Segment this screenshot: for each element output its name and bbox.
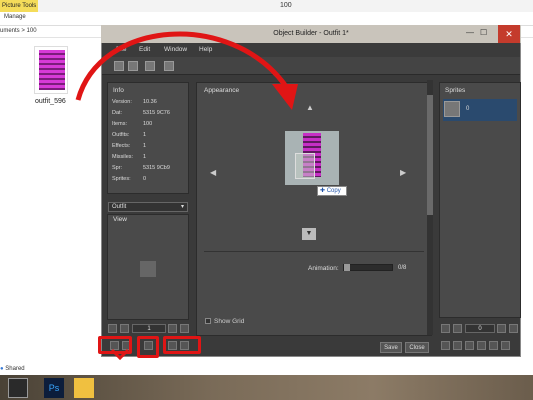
menu-file[interactable]: File bbox=[116, 46, 126, 53]
animation-slider-thumb[interactable] bbox=[344, 264, 350, 271]
animation-slider[interactable] bbox=[343, 264, 393, 271]
info-value: 0 bbox=[143, 176, 147, 182]
info-value: 1 bbox=[143, 132, 147, 138]
file-thumbnail[interactable] bbox=[34, 46, 68, 94]
close-window-button[interactable]: ✕ bbox=[498, 25, 520, 43]
explorer-titlebar bbox=[0, 0, 533, 12]
export-icon[interactable] bbox=[465, 341, 474, 350]
new-icon[interactable] bbox=[114, 61, 124, 71]
show-grid-checkbox[interactable] bbox=[205, 318, 211, 324]
sprites-title: Sprites bbox=[445, 87, 466, 94]
drag-ghost bbox=[295, 153, 315, 179]
delete-icon[interactable] bbox=[501, 341, 510, 350]
status-text: Shared bbox=[5, 366, 25, 372]
outfit-image bbox=[39, 50, 65, 90]
minimize-button[interactable]: — bbox=[466, 28, 474, 37]
appearance-title: Appearance bbox=[204, 87, 240, 94]
animation-label: Animation: bbox=[308, 265, 339, 272]
highlight-box bbox=[137, 336, 159, 358]
new-icon[interactable] bbox=[477, 341, 486, 350]
info-label: Version: bbox=[112, 99, 132, 105]
replace-icon[interactable] bbox=[441, 341, 450, 350]
last-icon[interactable] bbox=[509, 324, 518, 333]
window-title: Object Builder - Outfit 1* bbox=[101, 25, 521, 43]
category-value: Outfit bbox=[112, 204, 127, 210]
close-button[interactable]: Close bbox=[405, 342, 429, 353]
address-path: uments > 100 bbox=[0, 28, 37, 34]
menu-help[interactable]: Help bbox=[199, 46, 212, 53]
arrow-up-icon[interactable]: ▲ bbox=[306, 103, 314, 112]
status-bar: ● Shared bbox=[0, 366, 100, 372]
view-thumbnail bbox=[140, 261, 156, 277]
copy-tooltip: ✚ Copy bbox=[317, 186, 347, 196]
explorer-title: 100 bbox=[280, 2, 292, 9]
last-icon[interactable] bbox=[180, 324, 189, 333]
arrow-down-button[interactable]: ▼ bbox=[302, 228, 316, 240]
info-value: 1 bbox=[143, 154, 147, 160]
menu-edit[interactable]: Edit bbox=[139, 46, 150, 53]
outfit-stepper[interactable]: 1 bbox=[132, 324, 166, 333]
picture-tools-tab[interactable]: Picture Tools bbox=[0, 0, 38, 12]
info-title: Info bbox=[113, 87, 124, 94]
arrow-right-icon[interactable]: ▶ bbox=[400, 168, 406, 177]
info-label: Missiles: bbox=[112, 154, 134, 160]
prev-icon[interactable] bbox=[453, 324, 462, 333]
prev-icon[interactable] bbox=[120, 324, 129, 333]
folder-icon[interactable] bbox=[74, 378, 94, 398]
sprite-id: 0 bbox=[466, 106, 470, 112]
next-icon[interactable] bbox=[168, 324, 177, 333]
category-select[interactable]: Outfit ▾ bbox=[108, 202, 188, 212]
info-value: 5315 9C76 bbox=[143, 110, 170, 116]
view-title: View bbox=[113, 216, 127, 223]
chevron-down-icon: ▾ bbox=[180, 204, 184, 210]
info-value: 100 bbox=[143, 121, 153, 127]
info-label: Spr: bbox=[112, 165, 123, 171]
arrow-down-icon: ▼ bbox=[305, 230, 313, 237]
remove-icon[interactable] bbox=[489, 341, 498, 350]
appearance-panel bbox=[196, 82, 432, 336]
info-value: 1 bbox=[143, 143, 147, 149]
file-label[interactable]: outfit_596 bbox=[35, 98, 66, 105]
next-icon[interactable] bbox=[497, 324, 506, 333]
settings-icon[interactable] bbox=[164, 61, 174, 71]
info-label: Dat: bbox=[112, 110, 123, 116]
photoshop-icon[interactable]: Ps bbox=[44, 378, 64, 398]
scrollbar-thumb[interactable] bbox=[427, 95, 433, 215]
highlight-box bbox=[98, 336, 132, 354]
info-label: Outfits: bbox=[112, 132, 130, 138]
first-icon[interactable] bbox=[441, 324, 450, 333]
info-label: Effects: bbox=[112, 143, 131, 149]
info-label: Sprites: bbox=[112, 176, 131, 182]
shared-icon: ● bbox=[0, 366, 4, 372]
info-label: Items: bbox=[112, 121, 127, 127]
highlight-box bbox=[163, 336, 201, 354]
info-value: 5315 9Cb9 bbox=[143, 165, 170, 171]
open-icon[interactable] bbox=[128, 61, 138, 71]
info-value: 10.36 bbox=[143, 99, 157, 105]
sprite-preview[interactable] bbox=[285, 131, 339, 185]
copy-label: Copy bbox=[326, 188, 341, 194]
arrow-left-icon[interactable]: ◀ bbox=[210, 168, 216, 177]
explorer-ribbon bbox=[0, 12, 533, 26]
plus-icon: ✚ bbox=[320, 188, 326, 194]
menu-window[interactable]: Window bbox=[164, 46, 187, 53]
divider bbox=[204, 251, 424, 252]
manage-tab[interactable]: Manage bbox=[4, 14, 26, 20]
maximize-button[interactable]: ☐ bbox=[480, 28, 487, 37]
compile-icon[interactable] bbox=[145, 61, 155, 71]
object-builder-icon[interactable] bbox=[8, 378, 28, 398]
sprite-stepper[interactable]: 0 bbox=[465, 324, 495, 333]
animation-count: 0/8 bbox=[398, 265, 407, 271]
sprite-thumbnail bbox=[444, 101, 460, 117]
show-grid-label: Show Grid bbox=[214, 318, 245, 325]
import-icon[interactable] bbox=[453, 341, 462, 350]
first-icon[interactable] bbox=[108, 324, 117, 333]
save-button[interactable]: Save bbox=[380, 342, 402, 353]
